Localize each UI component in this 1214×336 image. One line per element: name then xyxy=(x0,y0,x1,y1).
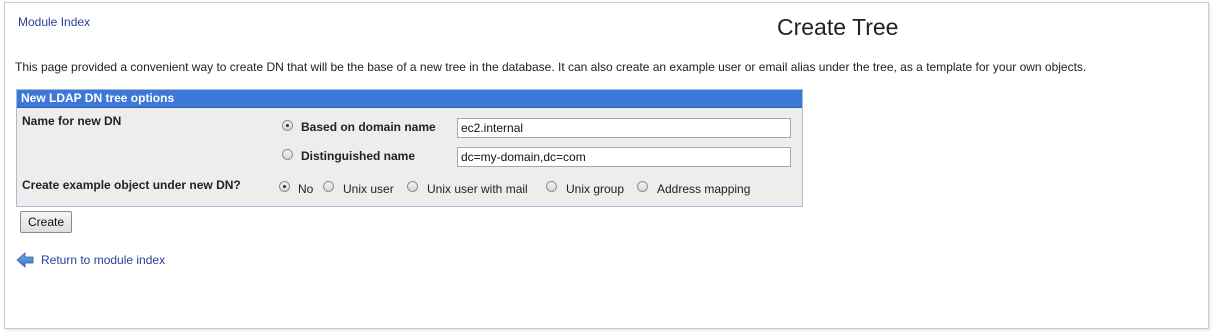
radio-example-unix-user-mail[interactable] xyxy=(407,181,418,192)
example-unix-user-label: Unix user xyxy=(343,182,394,196)
example-no-label: No xyxy=(298,182,314,196)
example-address-mapping-label: Address mapping xyxy=(657,182,751,196)
module-index-link[interactable]: Module Index xyxy=(18,15,90,29)
radio-example-address-mapping[interactable] xyxy=(637,181,648,192)
radio-distinguished-name[interactable] xyxy=(282,149,293,160)
example-unix-group-label: Unix group xyxy=(566,182,625,196)
create-button[interactable]: Create xyxy=(20,211,73,233)
radio-example-unix-group[interactable] xyxy=(546,181,557,192)
radio-example-unix-user[interactable] xyxy=(323,181,334,192)
domain-name-input[interactable] xyxy=(457,118,791,138)
domain-name-option-label: Based on domain name xyxy=(301,120,436,134)
example-unix-user-mail-label: Unix user with mail xyxy=(427,182,528,196)
example-object-label: Create example object under new DN? xyxy=(22,178,241,192)
page-description: This page provided a convenient way to c… xyxy=(15,60,1087,74)
page-frame: Module Index Create Tree This page provi… xyxy=(4,2,1209,329)
page-title: Create Tree xyxy=(777,14,899,40)
section-header: New LDAP DN tree options xyxy=(17,90,802,108)
radio-example-no[interactable] xyxy=(279,181,290,192)
name-for-dn-label: Name for new DN xyxy=(22,114,122,128)
radio-domain-name[interactable] xyxy=(282,120,293,131)
distinguished-name-option-label: Distinguished name xyxy=(301,149,416,163)
return-to-module-index-link[interactable]: Return to module index xyxy=(41,253,165,267)
distinguished-name-input[interactable] xyxy=(457,147,791,167)
back-arrow-icon[interactable] xyxy=(16,251,34,269)
options-panel: New LDAP DN tree options Name for new DN… xyxy=(16,89,803,207)
